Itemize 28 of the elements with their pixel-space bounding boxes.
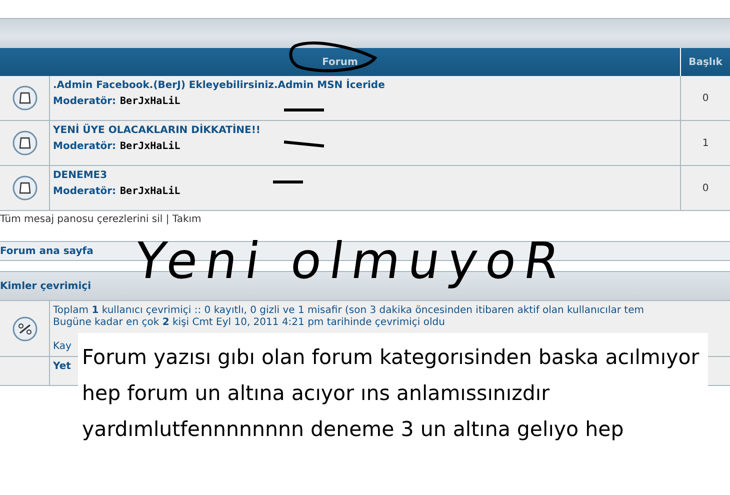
column-header: Forum: [322, 56, 358, 68]
moderator-label: Moderatör:: [53, 186, 116, 197]
dash-scribble: [271, 179, 305, 185]
forum-icon: [12, 85, 38, 111]
topic-count: 0: [702, 182, 709, 194]
section-title: Kimler çevrimiçi: [0, 280, 92, 292]
column-header: Başlık: [688, 56, 722, 68]
moderator-label: Moderatör:: [53, 141, 116, 152]
dash-scribble: [282, 140, 326, 148]
forum-link[interactable]: DENEME3: [53, 170, 677, 181]
moderator-label: Moderatör:: [53, 96, 116, 107]
topic-count: 0: [702, 92, 709, 104]
legend-label: Yet: [53, 361, 71, 372]
handwritten-note: Yeni olmuyoR: [130, 232, 572, 290]
dash-scribble: [282, 107, 326, 113]
legend-text: Kay: [53, 341, 72, 353]
breadcrumb-link[interactable]: Forum ana sayfa: [0, 246, 94, 256]
footer-links: Tüm mesaj panosu çerezlerini sil | Takım: [0, 214, 202, 225]
forum-link[interactable]: .Admin Facebook.(BerJ) Ekleyebilirsiniz.Admin MSN İceride: [53, 80, 677, 91]
online-stats-text: Bugüne kadar en çok 2 kişi Cmt Eyl 10, 2011 4:21 pm tarihinde çevrimiçi oldu: [53, 317, 446, 329]
moderator-link[interactable]: BerJxHaLiL: [120, 141, 180, 152]
moderator-link[interactable]: BerJxHaLiL: [120, 186, 180, 197]
forum-link[interactable]: YENİ ÜYE OLACAKLARIN DİKKATİNE!!: [53, 125, 677, 136]
online-stats-text: Toplam 1 kullanıcı çevrimiçi :: 0 kayıtlı, 0 gizli ve 1 misafir (son 3 dakika öncesinden itibaren aktif olan kullanıcılar tem: [53, 305, 645, 317]
forum-icon: [12, 130, 38, 156]
topic-count: 1: [702, 138, 709, 148]
forum-icon: [12, 175, 38, 201]
moderator-link[interactable]: BerJxHaLiL: [120, 96, 180, 107]
